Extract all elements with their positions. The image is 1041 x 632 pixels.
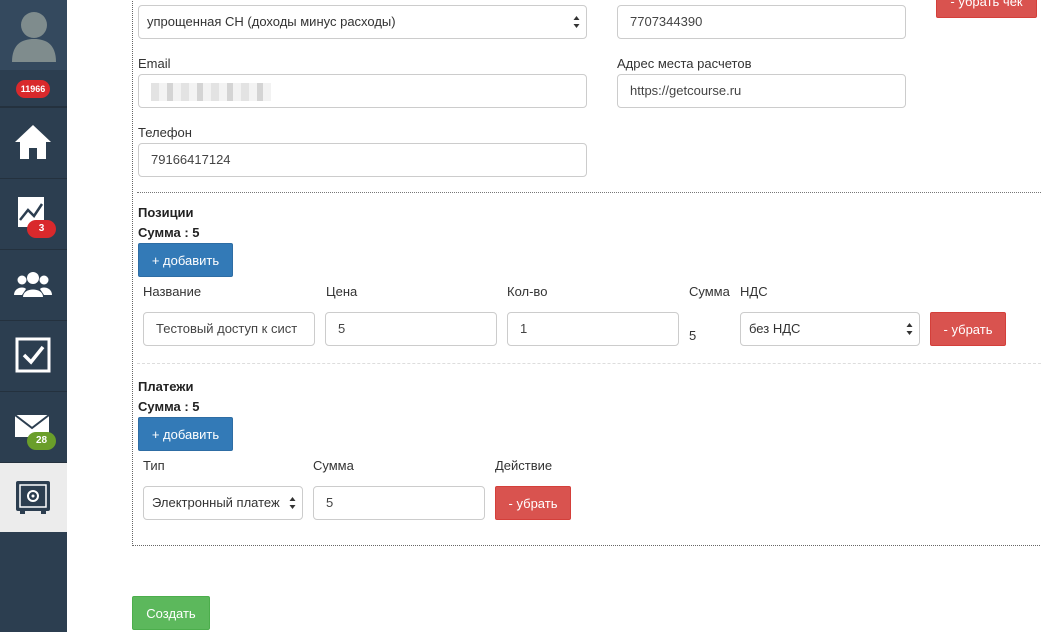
col-qty-header: Кол-во bbox=[507, 284, 548, 299]
home-icon bbox=[15, 125, 51, 159]
positions-title: Позиции bbox=[138, 205, 194, 220]
select-arrows-icon bbox=[906, 323, 913, 335]
payments-sum: Сумма : 5 bbox=[138, 399, 200, 414]
remove-position-button[interactable]: - убрать bbox=[930, 312, 1006, 346]
position-vat-select[interactable]: без НДС bbox=[740, 312, 920, 346]
address-label: Адрес места расчетов bbox=[617, 56, 752, 71]
col-sum-header: Сумма bbox=[689, 284, 730, 299]
add-position-button[interactable]: + добавить bbox=[138, 243, 233, 277]
col-name-header: Название bbox=[143, 284, 202, 299]
phone-input[interactable]: 79166417124 bbox=[138, 143, 587, 177]
add-payment-button[interactable]: + добавить bbox=[138, 417, 233, 451]
email-redacted bbox=[151, 82, 271, 101]
safe-icon bbox=[16, 481, 50, 514]
payment-action-header: Действие bbox=[495, 458, 553, 473]
tax-system-value: упрощенная СН (доходы минус расходы) bbox=[147, 14, 396, 29]
col-vat-header: НДС bbox=[740, 284, 768, 299]
sidebar-item-safe[interactable] bbox=[0, 462, 67, 532]
positions-divider bbox=[137, 363, 1041, 364]
payment-type-header: Тип bbox=[143, 458, 165, 473]
messages-badge: 28 bbox=[27, 432, 56, 450]
sidebar-item-stats[interactable]: 3 bbox=[0, 178, 67, 248]
email-label: Email bbox=[138, 56, 171, 71]
position-sum-value: 5 bbox=[689, 328, 697, 343]
payment-sum-input[interactable]: 5 bbox=[313, 486, 485, 520]
sidebar-item-messages[interactable]: 28 bbox=[0, 391, 67, 461]
email-input[interactable] bbox=[138, 74, 587, 108]
payment-type-value: Электронный платеж bbox=[152, 495, 280, 510]
checkbox-icon bbox=[15, 337, 51, 373]
position-qty-input[interactable]: 1 bbox=[507, 312, 679, 346]
inn-input[interactable]: 7707344390 bbox=[617, 5, 906, 39]
payment-sum-header: Сумма bbox=[313, 458, 354, 473]
user-avatar[interactable] bbox=[0, 0, 67, 70]
user-avatar-icon bbox=[11, 12, 56, 62]
stats-badge: 3 bbox=[27, 220, 56, 238]
position-vat-value: без НДС bbox=[749, 321, 801, 336]
select-arrows-icon bbox=[573, 16, 580, 28]
payments-title: Платежи bbox=[138, 379, 194, 394]
sidebar-item-tasks[interactable] bbox=[0, 320, 67, 390]
remove-receipt-button[interactable]: - убрать чек bbox=[936, 0, 1037, 18]
col-price-header: Цена bbox=[326, 284, 358, 299]
phone-label: Телефон bbox=[138, 125, 192, 140]
address-input[interactable]: https://getcourse.ru bbox=[617, 74, 906, 108]
payment-type-select[interactable]: Электронный платеж bbox=[143, 486, 303, 520]
select-arrows-icon bbox=[289, 497, 296, 509]
sidebar: 11966 3 28 bbox=[0, 0, 67, 632]
sidebar-item-users[interactable] bbox=[0, 249, 67, 319]
divider bbox=[137, 192, 1041, 193]
users-icon bbox=[14, 272, 52, 297]
positions-sum: Сумма : 5 bbox=[138, 225, 200, 240]
create-button[interactable]: Создать bbox=[132, 596, 210, 630]
sidebar-item-home[interactable] bbox=[0, 107, 67, 177]
total-count-badge: 11966 bbox=[16, 80, 50, 98]
remove-payment-button[interactable]: - убрать bbox=[495, 486, 571, 520]
position-price-input[interactable]: 5 bbox=[325, 312, 497, 346]
notifications-counter[interactable]: 11966 bbox=[0, 70, 67, 106]
tax-system-select[interactable]: упрощенная СН (доходы минус расходы) bbox=[138, 5, 587, 39]
position-name-input[interactable]: Тестовый доступ к сист bbox=[143, 312, 315, 346]
